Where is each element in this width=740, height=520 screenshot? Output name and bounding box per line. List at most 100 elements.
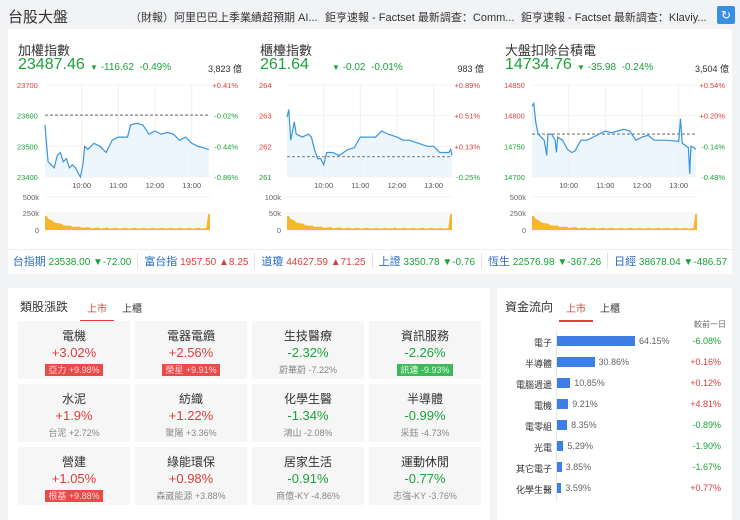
ticker-item[interactable]: 道瓊 44627.59 ▲71.25 <box>255 252 373 269</box>
top-stock[interactable]: 訊連 -9.93% <box>397 364 453 376</box>
intraday-chart[interactable]: 14850 14800 14750 14700 +0.54% +0.20% -0.14% -0… <box>502 80 727 235</box>
fund-flow-title: 資金流向 <box>505 300 554 314</box>
time-label: 13:00 <box>182 181 201 190</box>
index-volume: 3,823 億 <box>207 64 242 74</box>
ticker-item[interactable]: 台指期 23538.00 ▼-72.00 <box>7 252 139 269</box>
ticker-item[interactable]: 上證 3350.78 ▼-0.76 <box>373 252 483 269</box>
flow-share: 3.59% <box>565 483 591 493</box>
flow-bar <box>557 357 595 367</box>
news-link[interactable]: （財報）阿里巴巴上季業績超預期 AI... <box>130 9 318 25</box>
top-stock[interactable]: 鴻山 -2.08% <box>280 427 335 439</box>
top-stock[interactable]: 聚陽 +3.36% <box>162 427 219 439</box>
volume-tick-label: 0 <box>522 226 526 235</box>
ticker-value: 22576.98 <box>512 256 555 268</box>
top-stock[interactable]: 志強-KY -3.76% <box>390 490 460 502</box>
ticker-name: 恆生 <box>488 255 511 268</box>
intraday-chart[interactable]: 264 263 262 261 +0.89% +0.51% +0.13% -0.25% 10:0… <box>257 80 482 235</box>
sector-pct: -1.34% <box>287 408 329 423</box>
top-stock[interactable]: 榮星 +9.91% <box>162 364 220 376</box>
fund-flow-row[interactable]: 半導體 30.86% +0.16% <box>497 353 727 373</box>
pct-tick-label: +0.20% <box>699 112 725 121</box>
time-label: 11:00 <box>596 181 614 190</box>
pct-tick-label: +0.51% <box>454 112 480 121</box>
news-link[interactable]: 鉅亨速報 - Factset 最新調查：Comm... <box>325 9 514 25</box>
volume-tick-label: 500k <box>23 193 40 202</box>
ticker-item[interactable]: 富台指 1957.50 ▲8.25 <box>138 252 256 269</box>
pct-tick-label: +0.89% <box>454 81 480 90</box>
top-stock[interactable]: 亞力 +9.98% <box>45 364 103 376</box>
flow-share: 64.15% <box>639 336 670 346</box>
top-stock[interactable]: 台泥 +2.72% <box>45 427 102 439</box>
pct-tick-label: +0.41% <box>212 81 238 90</box>
flow-bar <box>557 336 635 346</box>
fund-flow-row[interactable]: 化學生醫 3.59% +0.77% <box>497 479 727 499</box>
top-stock[interactable]: 根基 +9.88% <box>45 490 103 502</box>
fund-flow-row[interactable]: 其它電子 3.85% -1.67% <box>497 458 727 478</box>
top-stock[interactable]: 森崴能源 +3.88% <box>153 490 228 502</box>
sector-title: 類股漲跌 <box>20 300 69 314</box>
sector-card[interactable]: 生技醫療 -2.32% 蔚華蔚 -7.22% <box>252 321 364 379</box>
refresh-icon: ↻ <box>720 8 732 22</box>
fund-flow-row[interactable]: 光電 5.29% -1.90% <box>497 437 727 457</box>
sector-card[interactable]: 營建 +1.05% 根基 +9.88% <box>18 447 130 505</box>
ticker-name: 道瓊 <box>261 255 284 268</box>
fund-flow-row[interactable]: 電腦週邊 10.85% +0.12% <box>497 374 727 394</box>
fund-flow-row[interactable]: 電機 9.21% +4.81% <box>497 395 727 415</box>
ticker-change: ▲71.25 <box>330 256 366 268</box>
sector-pct: -2.26% <box>404 345 446 360</box>
sector-pct: +2.56% <box>168 345 214 360</box>
flow-share: 30.86% <box>598 357 630 367</box>
index-volume: 3,504 億 <box>694 64 729 74</box>
sector-card[interactable]: 水泥 +1.9% 台泥 +2.72% <box>18 384 130 442</box>
fund-flow-row[interactable]: 電子 64.15% -6.08% <box>497 332 727 352</box>
index-change: ▼ -35.98 -0.24% <box>577 62 654 73</box>
sector-card[interactable]: 電機 +3.02% 亞力 +9.98% <box>18 321 130 379</box>
sector-pct: +1.05% <box>51 471 97 486</box>
sector-pct: -0.77% <box>404 471 446 486</box>
sector-name: 綠能環保 <box>166 455 215 469</box>
sector-panel: 類股漲跌 上市 上櫃 電機 +3.02% 亞力 +9.98% 電器電纜 +2.5… <box>8 288 490 520</box>
tab-otc[interactable]: 上櫃 <box>600 300 620 315</box>
intraday-chart[interactable]: 23700 23600 23500 23400 +0.41% -0.02% -0.44% -0… <box>15 80 240 235</box>
sector-card[interactable]: 綠能環保 +0.98% 森崴能源 +3.88% <box>135 447 247 505</box>
top-stock[interactable]: 蔚華蔚 -7.22% <box>276 364 340 376</box>
tab-listed[interactable]: 上市 <box>80 300 114 322</box>
volume-tick-label: 50k <box>269 209 281 218</box>
y-tick-label: 263 <box>259 112 272 121</box>
ticker-item[interactable]: 恆生 22576.98 ▼-367.26 <box>482 252 609 269</box>
ticker-change: ▼-72.00 <box>93 256 132 268</box>
sector-card[interactable]: 化學生醫 -1.34% 鴻山 -2.08% <box>252 384 364 442</box>
y-tick-label: 23500 <box>17 142 38 151</box>
sector-card[interactable]: 半導體 -0.99% 采鈺 -4.73% <box>369 384 481 442</box>
tab-otc[interactable]: 上櫃 <box>122 300 142 315</box>
flow-share: 5.29% <box>567 441 593 451</box>
ticker-item[interactable]: 日經 38678.04 ▼-486.57 <box>608 253 733 269</box>
top-stock[interactable]: 商億-KY -4.86% <box>273 490 343 502</box>
ticker-name: 日經 <box>614 255 637 268</box>
flow-diff: -0.89% <box>692 420 721 430</box>
index-price: 14734.76 <box>505 56 572 73</box>
sector-card[interactable]: 電器電纜 +2.56% 榮星 +9.91% <box>135 321 247 379</box>
flow-share: 9.21% <box>572 399 598 409</box>
sector-card[interactable]: 紡織 +1.22% 聚陽 +3.36% <box>135 384 247 442</box>
sector-card[interactable]: 資訊服務 -2.26% 訊連 -9.93% <box>369 321 481 379</box>
ticker-value: 38678.04 <box>638 256 681 268</box>
sector-name: 資訊服務 <box>400 329 449 343</box>
ticker-name: 富台指 <box>144 255 178 268</box>
sector-card[interactable]: 居家生活 -0.91% 商億-KY -4.86% <box>252 447 364 505</box>
y-tick-label: 14750 <box>504 142 525 151</box>
news-link[interactable]: 鉅亨速報 - Factset 最新調查：Klaviy... <box>521 9 707 25</box>
flow-bar <box>557 483 562 493</box>
index-change: ▼ -116.62 -0.49% <box>90 62 172 73</box>
sector-card[interactable]: 運動休閒 -0.77% 志強-KY -3.76% <box>369 447 481 505</box>
sector-name: 營建 <box>61 455 86 469</box>
y-tick-label: 262 <box>259 142 272 151</box>
pct-tick-label: -0.44% <box>214 142 238 151</box>
tab-listed[interactable]: 上市 <box>559 300 593 322</box>
flow-sector-name: 半導體 <box>524 359 552 369</box>
top-stock[interactable]: 采鈺 -4.73% <box>397 427 452 439</box>
fund-flow-row[interactable]: 電零組 8.35% -0.89% <box>497 416 727 436</box>
volume-tick-label: 0 <box>35 226 39 235</box>
refresh-button[interactable]: ↻ <box>717 6 735 24</box>
flow-sector-name: 電機 <box>533 401 552 411</box>
